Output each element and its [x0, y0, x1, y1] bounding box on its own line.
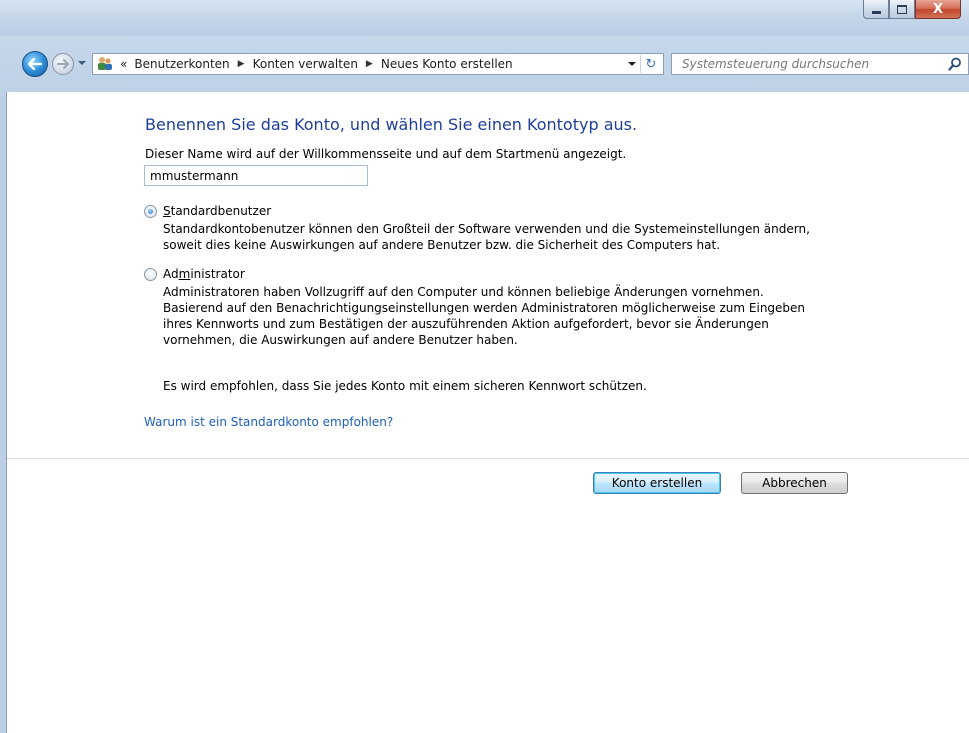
chevron-down-icon	[78, 61, 86, 65]
close-button[interactable]: X	[915, 0, 961, 19]
administrator-label[interactable]: Administrator	[163, 267, 245, 281]
name-description: Dieser Name wird auf der Willkommensseit…	[145, 147, 627, 161]
breadcrumb-neues-konto[interactable]: Neues Konto erstellen	[381, 57, 513, 71]
minimize-button[interactable]	[863, 0, 889, 19]
window-controls: X	[863, 0, 961, 22]
refresh-icon: ↻	[645, 56, 657, 72]
why-standard-account-link[interactable]: Warum ist ein Standardkonto empfohlen?	[144, 415, 393, 429]
arrow-left-icon	[28, 58, 42, 70]
standard-user-label[interactable]: Standardbenutzer	[163, 204, 271, 218]
account-name-input[interactable]	[144, 165, 368, 186]
arrow-right-icon	[57, 59, 69, 69]
minimize-icon	[871, 10, 881, 14]
breadcrumb-konten-verwalten[interactable]: Konten verwalten	[253, 57, 358, 71]
description-line: vornehmen, die Auswirkungen auf andere B…	[163, 333, 518, 347]
maximize-icon	[897, 4, 907, 14]
refresh-button[interactable]: ↻	[640, 55, 661, 73]
history-dropdown[interactable]	[77, 58, 87, 68]
close-icon: X	[932, 1, 944, 17]
address-bar[interactable]: « Benutzerkonten ▶ Konten verwalten ▶ Ne…	[92, 53, 664, 75]
standard-user-description: Standardkontobenutzer können den Großtei…	[163, 221, 810, 253]
description-line: Standardkontobenutzer können den Großtei…	[163, 222, 810, 236]
breadcrumb-separator-icon[interactable]: ▶	[366, 59, 373, 69]
label-text: Ad	[163, 267, 179, 281]
window-frame-left-border	[6, 92, 7, 733]
breadcrumb-overflow[interactable]: «	[120, 57, 127, 71]
navigation-bar: « Benutzerkonten ▶ Konten verwalten ▶ Ne…	[0, 36, 969, 92]
administrator-description: Administratoren haben Vollzugriff auf de…	[163, 284, 805, 348]
title-bar: X	[0, 0, 969, 36]
content-area: Benennen Sie das Konto, und wählen Sie e…	[0, 92, 969, 733]
divider	[3, 458, 969, 459]
label-text: tandardbenutzer	[170, 204, 272, 218]
access-key: m	[178, 267, 191, 281]
search-input[interactable]	[680, 56, 944, 72]
description-line: soweit dies keine Auswirkungen auf ander…	[163, 238, 721, 252]
user-accounts-icon	[96, 56, 114, 72]
breadcrumb-benutzerkonten[interactable]: Benutzerkonten	[134, 57, 229, 71]
cancel-button[interactable]: Abbrechen	[741, 472, 848, 494]
description-line: ihres Kennworts und zum Bestätigen der a…	[163, 317, 769, 331]
maximize-button[interactable]	[889, 0, 915, 19]
chevron-down-icon	[628, 62, 636, 66]
create-account-button[interactable]: Konto erstellen	[593, 472, 721, 494]
page-title: Benennen Sie das Konto, und wählen Sie e…	[145, 115, 638, 134]
back-button[interactable]	[22, 51, 48, 77]
forward-button[interactable]	[52, 53, 74, 75]
label-text: inistrator	[190, 267, 245, 281]
breadcrumb-separator-icon[interactable]: ▶	[238, 59, 245, 69]
description-line: Administratoren haben Vollzugriff auf de…	[163, 285, 764, 299]
address-dropdown[interactable]	[627, 59, 637, 69]
administrator-radio[interactable]	[144, 268, 157, 281]
search-box[interactable]	[671, 53, 969, 75]
search-icon[interactable]	[948, 57, 962, 71]
standard-user-radio[interactable]	[144, 205, 157, 218]
password-recommendation: Es wird empfohlen, dass Sie jedes Konto …	[163, 379, 647, 393]
access-key: S	[163, 204, 171, 218]
description-line: Basierend auf den Benachrichtigungseinst…	[163, 301, 806, 315]
